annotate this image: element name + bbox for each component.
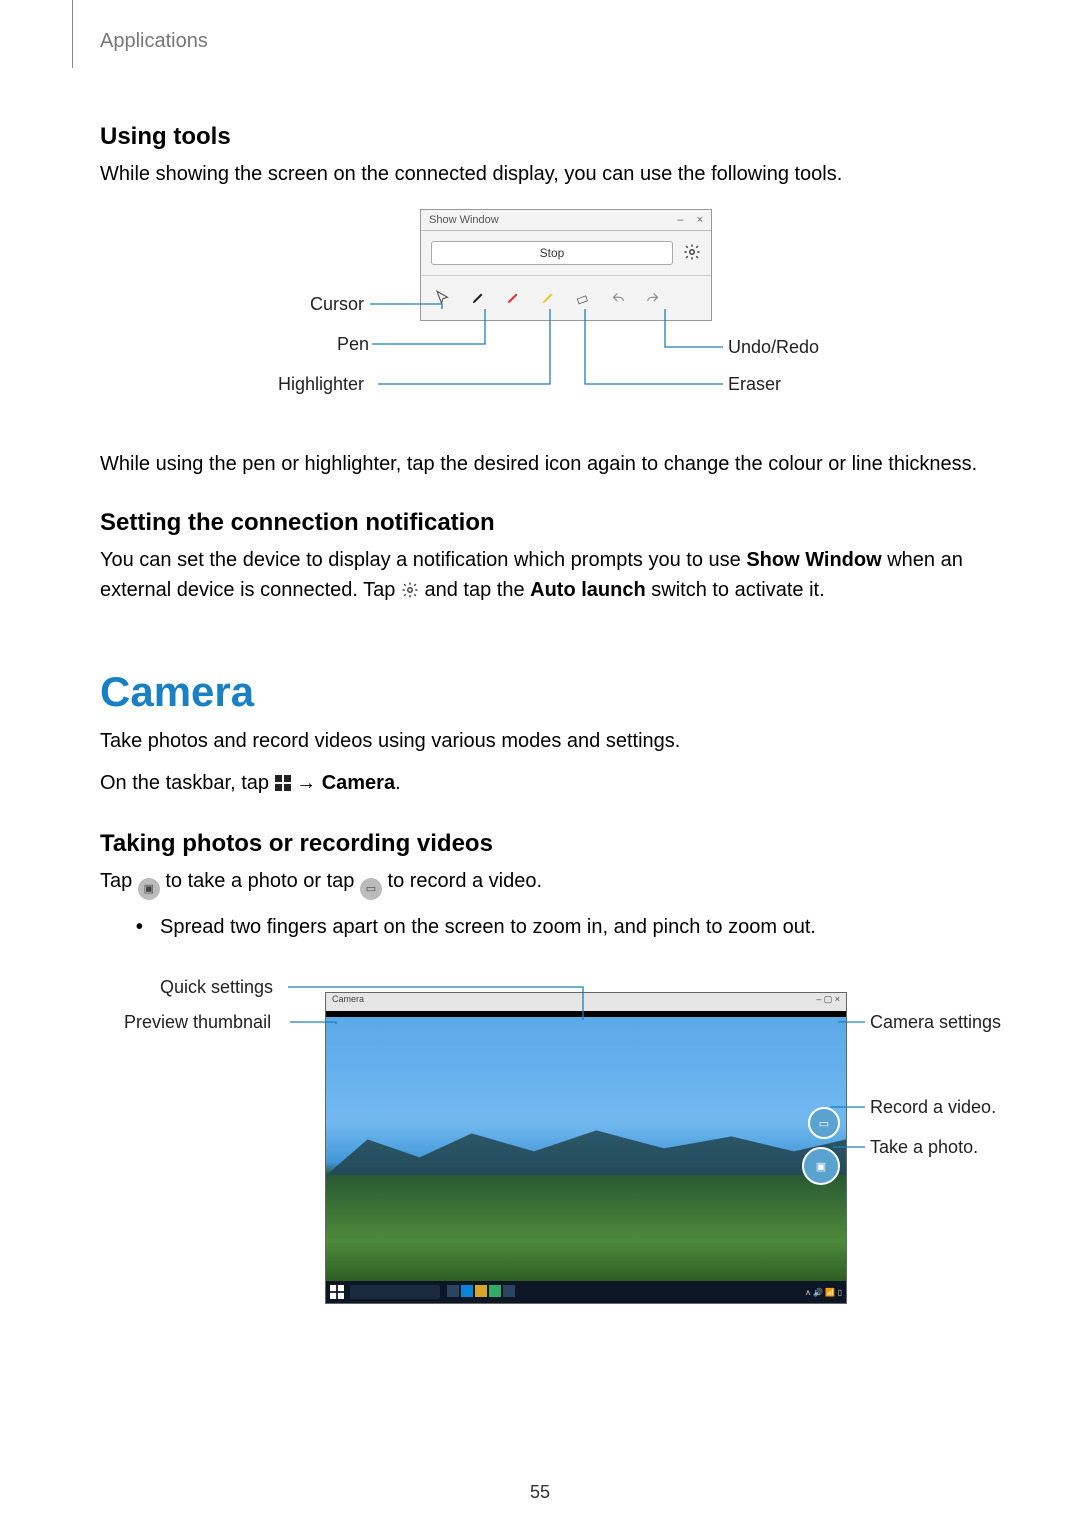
para-tool-note: While using the pen or highlighter, tap … (100, 449, 980, 479)
para-using-tools-intro: While showing the screen on the connecte… (100, 159, 980, 189)
para-camera-taskbar: On the taskbar, tap → Camera. (100, 768, 980, 800)
gear-icon (401, 578, 419, 608)
heading-taking-photos: Taking photos or recording videos (100, 830, 980, 858)
section-header: Applications (100, 0, 980, 93)
para-camera-intro: Take photos and record videos using vari… (100, 726, 980, 756)
heading-connection-notification: Setting the connection notification (100, 509, 980, 537)
camera-shutter-icon: ▣ (138, 878, 160, 900)
para-tap-instructions: Tap ▣ to take a photo or tap ▭ to record… (100, 866, 980, 900)
bullet-pinch-zoom: Spread two fingers apart on the screen t… (154, 912, 980, 942)
page-number: 55 (0, 1482, 1080, 1503)
video-record-icon: ▭ (360, 878, 382, 900)
start-menu-icon (275, 770, 291, 800)
show-window-illustration: Show Window – × Stop (190, 209, 890, 439)
camera-app-illustration: Camera – ▢ × ▭ ▣ ∧ 🔊 📶 ▯ Quick settings … (100, 962, 1000, 1322)
heading-camera: Camera (100, 668, 980, 716)
heading-using-tools: Using tools (100, 123, 980, 151)
para-connection-notification: You can set the device to display a noti… (100, 545, 980, 608)
